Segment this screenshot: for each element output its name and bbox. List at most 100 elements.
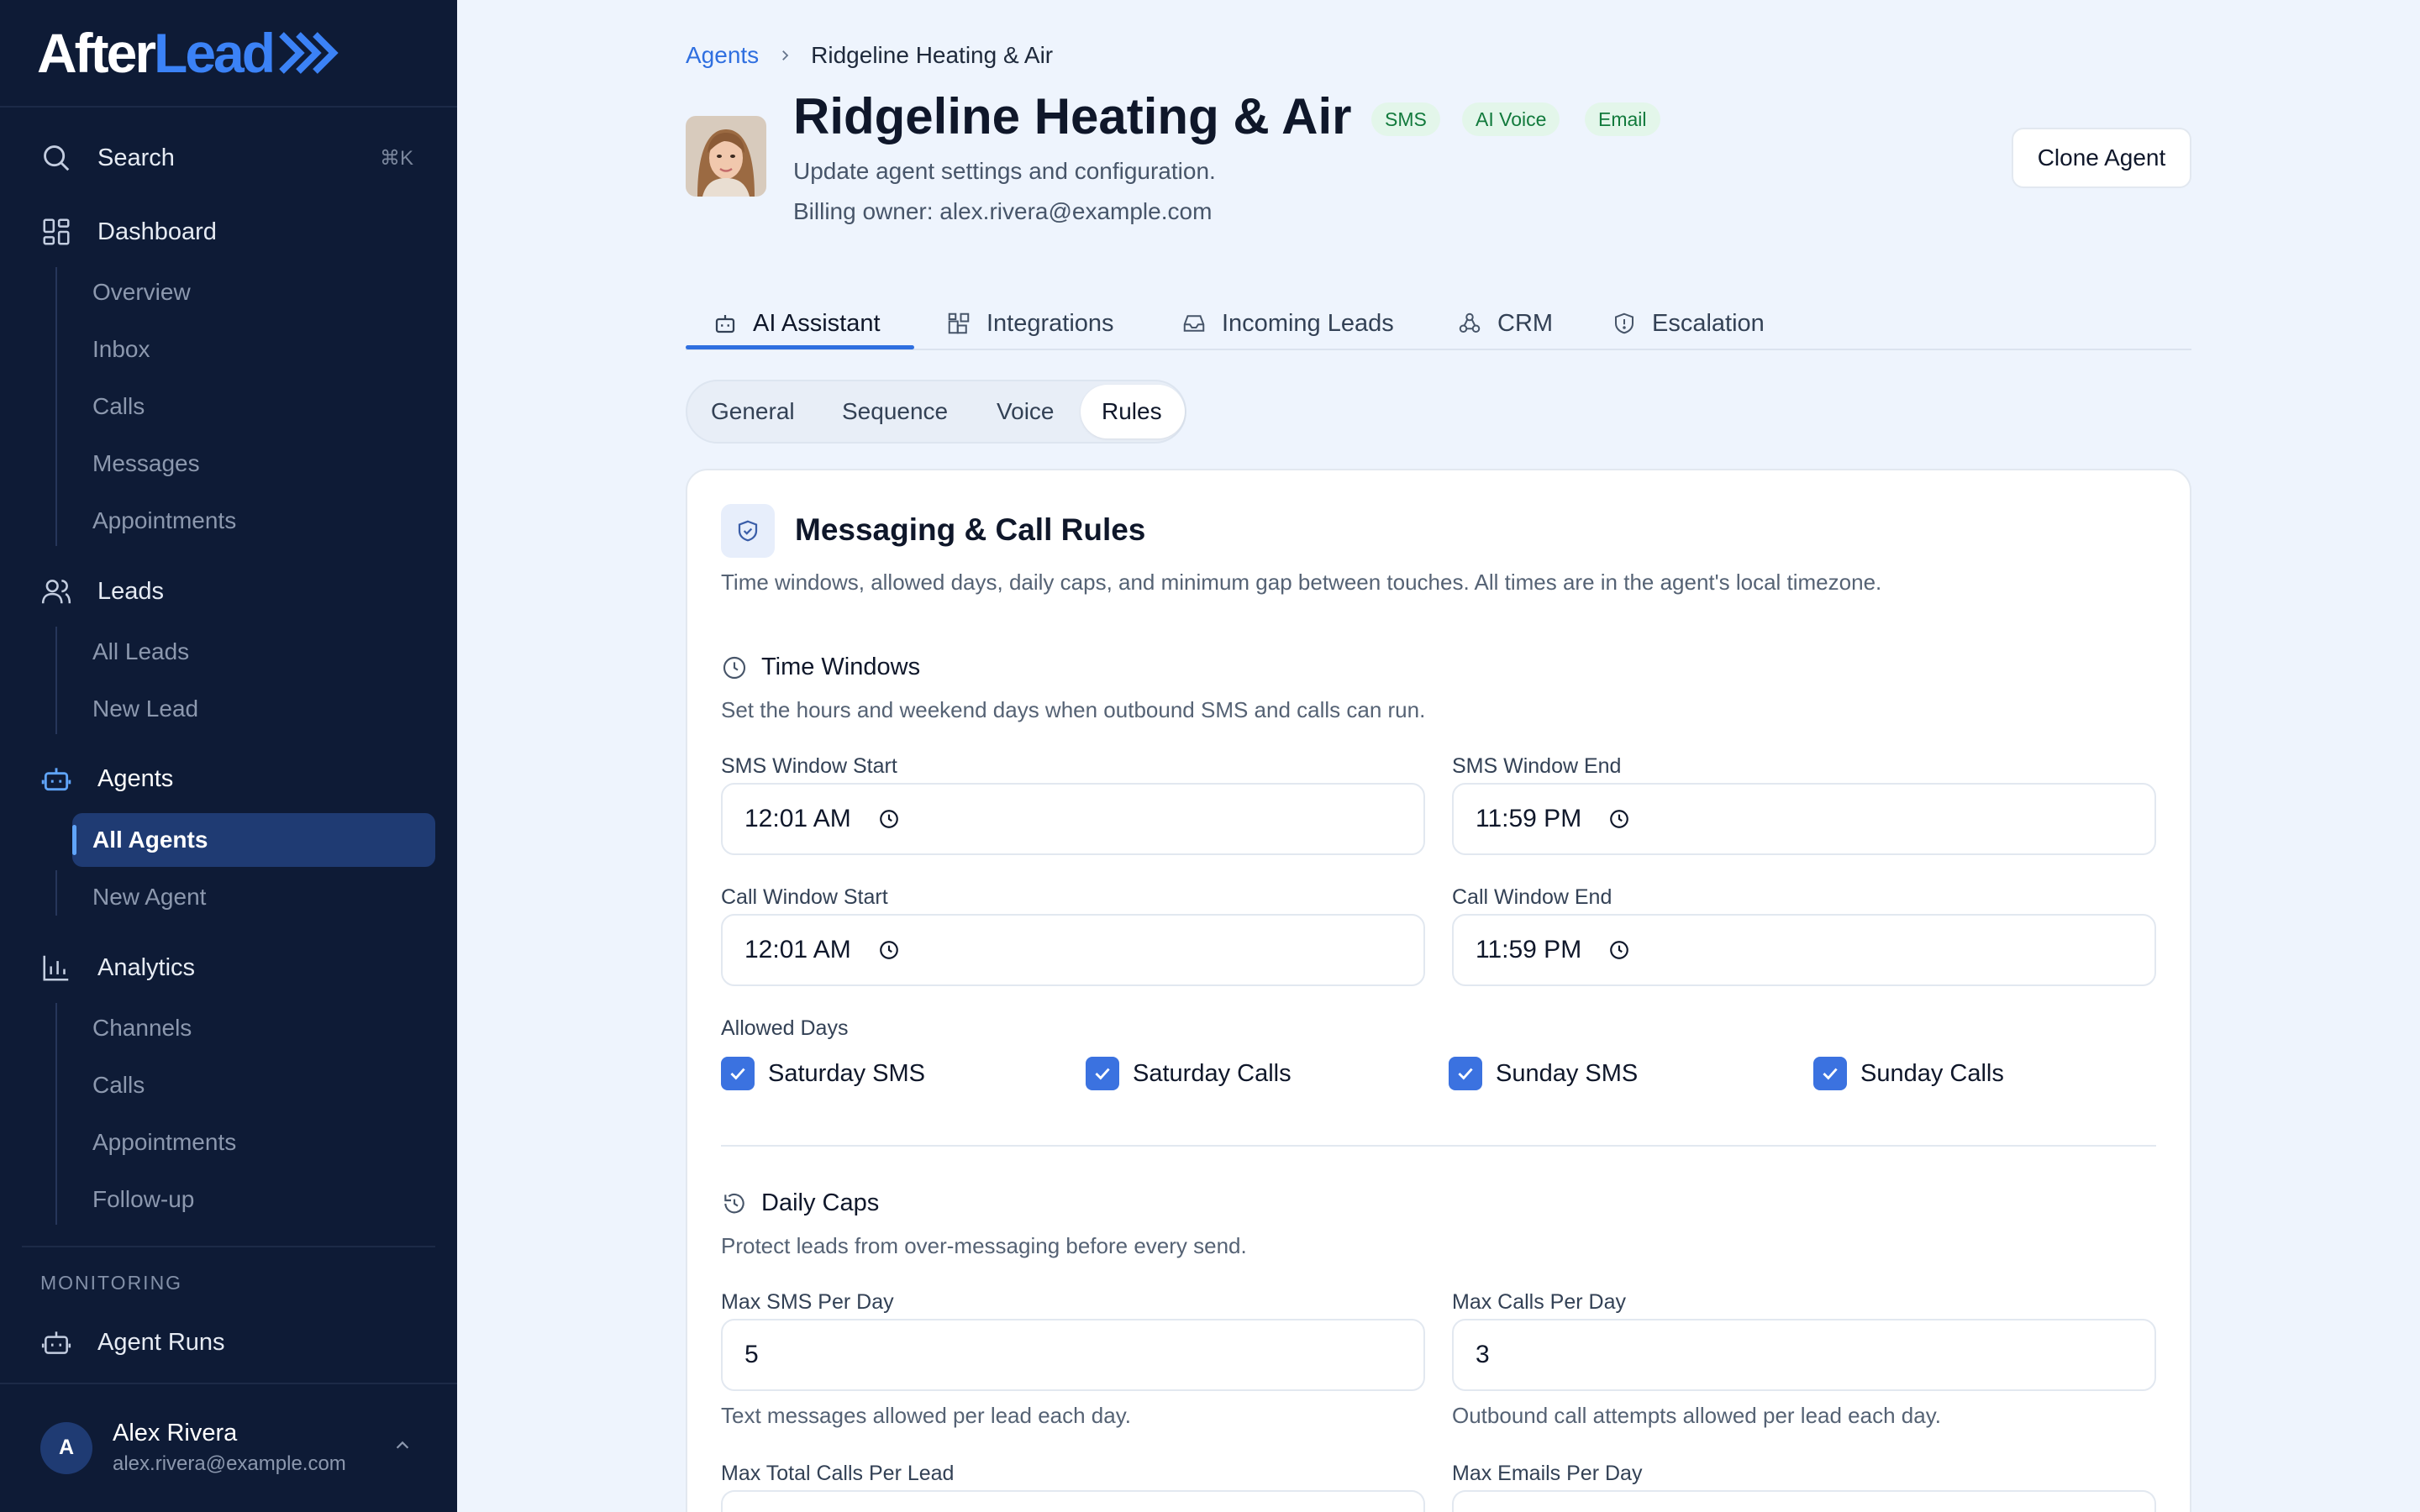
sidebar-item-new-lead[interactable]: New Lead	[92, 688, 198, 730]
clock-icon[interactable]	[1608, 939, 1630, 961]
person-photo-icon	[686, 116, 766, 197]
sidebar-item-all-leads[interactable]: All Leads	[92, 631, 189, 673]
sidebar-item-calls[interactable]: Calls	[92, 386, 145, 428]
sidebar: After Lead Search ⌘K Dashboard Overview I…	[0, 0, 457, 1512]
sidebar-item-agent-runs[interactable]: Agent Runs	[40, 1317, 225, 1368]
sidebar-item-appointments[interactable]: Appointments	[92, 500, 236, 542]
max-sms-label: Max SMS Per Day	[721, 1290, 894, 1314]
max-emails-input[interactable]	[1452, 1490, 2156, 1512]
checkbox-checked[interactable]	[1086, 1057, 1119, 1090]
avatar: A	[40, 1421, 92, 1474]
brand-part-1: After	[37, 22, 156, 84]
subtab-sequence[interactable]: Sequence	[842, 386, 948, 437]
daily-caps-title: Daily Caps	[761, 1189, 880, 1216]
checkbox-sunday-calls[interactable]: Sunday Calls	[1813, 1057, 2004, 1090]
sidebar-item-agents[interactable]: Agents	[40, 753, 173, 804]
max-sms-input[interactable]: 5	[721, 1319, 1425, 1391]
sidebar-item-leads[interactable]: Leads	[40, 566, 164, 617]
tab-escalation[interactable]: Escalation	[1612, 299, 1765, 348]
call-window-start-input[interactable]: 12:01 AM	[721, 914, 1425, 986]
sunday-sms-label: Sunday SMS	[1496, 1059, 1639, 1087]
brand-part-2: Lead	[154, 22, 276, 84]
max-calls-help: Outbound call attempts allowed per lead …	[1452, 1403, 1941, 1428]
dashboard-label: Dashboard	[97, 218, 217, 245]
call-window-start-label: Call Window Start	[721, 885, 888, 909]
agents-label: Agents	[97, 764, 174, 792]
clock-icon[interactable]	[878, 939, 900, 961]
page-subtitle: Update agent settings and configuration.	[793, 158, 1216, 184]
users-icon	[41, 580, 71, 604]
sidebar-item-follow-up[interactable]: Follow-up	[92, 1179, 194, 1221]
bot-icon	[41, 768, 71, 791]
double-chevron-icon	[279, 32, 339, 74]
call-window-start-value: 12:01 AM	[744, 936, 851, 963]
clock-icon[interactable]	[878, 808, 900, 830]
time-windows-title: Time Windows	[761, 654, 921, 680]
sidebar-search[interactable]: Search	[40, 133, 175, 183]
sms-window-end-value: 11:59 PM	[1476, 805, 1582, 832]
chevron-right-icon	[782, 50, 789, 60]
max-calls-label: Max Calls Per Day	[1452, 1290, 1626, 1314]
tab-incoming-leads[interactable]: Incoming Leads	[1181, 299, 1394, 348]
sidebar-divider	[22, 1246, 435, 1247]
tab-integrations[interactable]: Integrations	[946, 299, 1114, 348]
checkbox-sunday-sms[interactable]: Sunday SMS	[1449, 1057, 1638, 1090]
sidebar-item-analytics-appointments[interactable]: Appointments	[92, 1121, 236, 1163]
analytics-sub-line	[55, 1003, 57, 1225]
search-icon	[44, 145, 70, 171]
bot-icon	[715, 315, 735, 333]
search-shortcut: ⌘K	[380, 147, 414, 170]
sms-window-start-input[interactable]: 12:01 AM	[721, 783, 1425, 855]
sidebar-item-all-agents[interactable]: All Agents	[92, 819, 208, 861]
billing-owner: Billing owner: alex.rivera@example.com	[793, 198, 1213, 224]
subtab-voice[interactable]: Voice	[997, 386, 1055, 437]
history-icon	[724, 1193, 744, 1213]
shield-alert-icon	[1615, 312, 1634, 334]
checkbox-saturday-calls[interactable]: Saturday Calls	[1086, 1057, 1292, 1090]
chevron-up-icon[interactable]	[393, 1436, 412, 1455]
clock-icon	[723, 656, 746, 679]
sidebar-item-new-agent[interactable]: New Agent	[92, 876, 206, 918]
breadcrumb-agents-link[interactable]: Agents	[686, 42, 759, 69]
user-name: Alex Rivera	[113, 1420, 238, 1446]
monitoring-label: MONITORING	[40, 1272, 183, 1294]
sidebar-item-channels[interactable]: Channels	[92, 1007, 192, 1049]
user-menu[interactable]: A Alex Rivera alex.rivera@example.com	[40, 1420, 346, 1476]
brand-logo[interactable]: After Lead	[37, 22, 339, 84]
sidebar-item-inbox[interactable]: Inbox	[92, 328, 150, 370]
checkbox-checked[interactable]	[721, 1057, 755, 1090]
sidebar-item-messages[interactable]: Messages	[92, 443, 200, 485]
daily-caps-description: Protect leads from over-messaging before…	[721, 1233, 1247, 1258]
sidebar-item-analytics-calls[interactable]: Calls	[92, 1064, 145, 1106]
clock-icon[interactable]	[1608, 808, 1630, 830]
sms-window-end-label: SMS Window End	[1452, 754, 1622, 778]
agent-avatar	[686, 116, 766, 197]
breadcrumb: Agents Ridgeline Heating & Air	[686, 42, 1053, 69]
check-icon	[1458, 1068, 1473, 1080]
subtab-rules[interactable]: Rules	[1102, 386, 1162, 437]
checkbox-checked[interactable]	[1813, 1057, 1847, 1090]
tab-ai-assistant[interactable]: AI Assistant	[713, 299, 881, 348]
tab-ai-assistant-label: AI Assistant	[753, 309, 881, 337]
max-total-calls-input[interactable]	[721, 1490, 1425, 1512]
tab-crm[interactable]: CRM	[1457, 299, 1553, 348]
sidebar-item-analytics[interactable]: Analytics	[40, 942, 195, 993]
checkbox-checked[interactable]	[1449, 1057, 1482, 1090]
channel-badge-sms: SMS	[1371, 102, 1440, 136]
call-window-end-label: Call Window End	[1452, 885, 1612, 909]
call-window-end-input[interactable]: 11:59 PM	[1452, 914, 2156, 986]
max-calls-input[interactable]: 3	[1452, 1319, 2156, 1391]
card-description: Time windows, allowed days, daily caps, …	[721, 570, 1882, 595]
sms-window-end-input[interactable]: 11:59 PM	[1452, 783, 2156, 855]
sunday-calls-label: Sunday Calls	[1860, 1059, 2004, 1087]
subtab-general[interactable]: General	[711, 386, 795, 437]
sidebar-item-dashboard[interactable]: Dashboard	[40, 207, 217, 257]
clone-agent-button[interactable]: Clone Agent	[2012, 128, 2191, 188]
leads-label: Leads	[97, 577, 165, 605]
agent-runs-label: Agent Runs	[97, 1328, 225, 1356]
checkbox-saturday-sms[interactable]: Saturday SMS	[721, 1057, 925, 1090]
sidebar-item-overview[interactable]: Overview	[92, 271, 191, 313]
daily-caps-heading: Daily Caps	[721, 1189, 879, 1217]
tab-integrations-label: Integrations	[986, 309, 1114, 337]
bar-chart-icon	[43, 955, 69, 981]
